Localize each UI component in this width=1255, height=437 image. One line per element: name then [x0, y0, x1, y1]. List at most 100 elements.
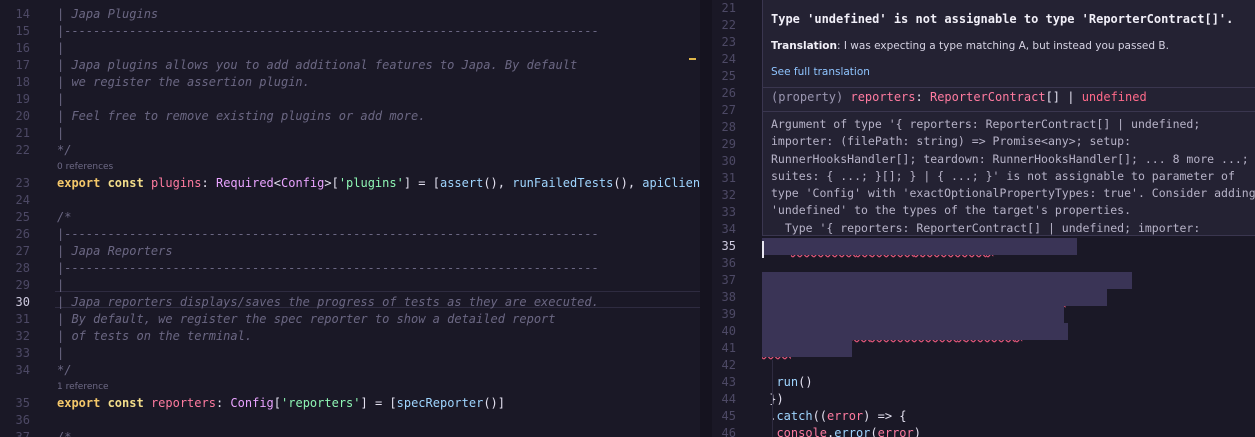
code-line[interactable]: 31 | By default, we register the spec rep…: [0, 311, 700, 328]
code-text: export const reporters: Config['reporter…: [57, 395, 505, 412]
code-token: |: [57, 41, 65, 55]
code-line[interactable]: 21 |: [0, 125, 700, 142]
code-line[interactable]: 14 | Japa Plugins: [0, 6, 700, 23]
code-line[interactable]: 23 export const plugins: Required<Config>…: [0, 175, 700, 192]
line-number: 32: [721, 188, 736, 202]
line-number: 21: [15, 126, 30, 140]
code-token: |: [57, 346, 65, 360]
code-line[interactable]: 46 console.error(error): [712, 425, 1255, 437]
code-line[interactable]: 20 | Feel free to remove existing plugins…: [0, 108, 700, 125]
split-divider[interactable]: [700, 0, 712, 437]
code-line[interactable]: 44 }): [712, 391, 1255, 408]
hover-tooltip[interactable]: Type 'undefined' is not assignable to ty…: [762, 0, 1255, 236]
selection-highlight: [762, 238, 1077, 255]
code-line[interactable]: 37 /*: [0, 429, 700, 437]
code-token: apiClient: [642, 176, 700, 190]
line-number: 14: [15, 7, 30, 21]
line-number: 15: [15, 24, 30, 38]
code-line[interactable]: 45 .catch((error) => {: [712, 408, 1255, 425]
line-number: 45: [721, 409, 736, 423]
code-line[interactable]: 33 |: [0, 345, 700, 362]
code-token: catch: [776, 409, 813, 423]
code-token: console: [776, 426, 828, 437]
code-line[interactable]: 36: [712, 255, 1255, 272]
code-token: | Japa Plugins: [57, 7, 159, 21]
code-token: | By default, we register the spec repor…: [57, 312, 556, 326]
code-line[interactable]: 35 export const reporters: Config['report…: [0, 395, 700, 412]
code-text: |---------------------------------------…: [57, 226, 599, 243]
code-line[interactable]: 26 |-------------------------------------…: [0, 226, 700, 243]
divider: [763, 87, 1255, 88]
see-full-translation-link[interactable]: See full translation: [771, 66, 870, 78]
code-line[interactable]: 18 | we register the assertion plugin.: [0, 74, 700, 91]
code-token: (),: [613, 176, 643, 190]
signature-brackets: [] |: [1045, 90, 1082, 104]
code-token: |---------------------------------------…: [57, 24, 599, 38]
translation-text: : I was expecting a type matching A, but…: [837, 40, 1169, 52]
code-text: .catch((error) => {: [762, 408, 906, 425]
code-line[interactable]: 42: [712, 357, 1255, 374]
code-token: plugins: [150, 176, 202, 190]
code-text: | of tests on the terminal.: [57, 328, 252, 345]
error-message: Argument of type '{ reporters: ReporterC…: [771, 116, 1255, 235]
code-text: |: [57, 40, 64, 57]
selection-highlight: [762, 340, 852, 357]
signature-undefined: undefined: [1081, 90, 1147, 104]
line-number: 30: [15, 295, 30, 309]
code-line[interactable]: 43 run(): [712, 374, 1255, 391]
line-number: 38: [721, 290, 736, 304]
code-line[interactable]: 36: [0, 412, 700, 429]
code-text: |: [57, 345, 64, 362]
line-number: 33: [15, 346, 30, 360]
code-line[interactable]: 19 |: [0, 91, 700, 108]
error-message-line: Type '{ reporters: ReporterContract[] | …: [771, 220, 1201, 235]
code-token: 'plugins': [338, 176, 404, 190]
code-token: |---------------------------------------…: [57, 261, 599, 275]
code-text: | Japa Plugins: [57, 6, 158, 23]
line-number: 24: [721, 52, 736, 66]
translation-label: Translation: [771, 40, 837, 52]
code-line[interactable]: 32 | of tests on the terminal.: [0, 328, 700, 345]
code-text: export const plugins: Required<Config>['…: [57, 175, 700, 192]
code-text: */: [57, 142, 71, 159]
line-number: 28: [15, 261, 30, 275]
code-line[interactable]: 29 |: [0, 277, 700, 294]
code-token: Config: [230, 396, 274, 410]
code-line[interactable]: 24: [0, 192, 700, 209]
line-number: 46: [721, 426, 736, 437]
code-line[interactable]: 16 |: [0, 40, 700, 57]
code-line[interactable]: 30 | Japa reporters displays/saves the pr…: [0, 294, 700, 311]
code-token: (),: [483, 176, 513, 190]
code-token: run: [776, 375, 799, 389]
code-token: ] = [: [403, 176, 440, 190]
code-line[interactable]: 22 */: [0, 142, 700, 159]
line-number: 40: [721, 324, 736, 338]
code-text: |: [57, 277, 64, 294]
code-line[interactable]: 15 |-------------------------------------…: [0, 23, 700, 40]
line-number: 26: [15, 227, 30, 241]
code-token: 'reporters': [281, 396, 361, 410]
error-message-line: suites: { ...; }[]; } | { ...; }' is not…: [771, 168, 1235, 183]
code-token: [: [273, 396, 282, 410]
code-line[interactable]: 28 |-------------------------------------…: [0, 260, 700, 277]
code-line[interactable]: 27 | Japa Reporters: [0, 243, 700, 260]
line-number: 39: [721, 307, 736, 321]
line-number: 25: [15, 210, 30, 224]
error-translation: Translation: I was expecting a type matc…: [771, 40, 1169, 52]
line-number: 16: [15, 41, 30, 55]
selection-highlight: [762, 272, 1132, 289]
code-token: | of tests on the terminal.: [57, 329, 253, 343]
divider: [763, 111, 1255, 112]
code-line[interactable]: 17 | Japa plugins allows you to add addit…: [0, 57, 700, 74]
code-line[interactable]: 34 */: [0, 362, 700, 379]
editor-left-pane[interactable]: 14 | Japa Plugins 15 |---------------------…: [0, 0, 700, 437]
codelens-references[interactable]: 1 reference: [57, 380, 109, 394]
code-line[interactable]: 25 /*: [0, 209, 700, 226]
codelens-references[interactable]: 0 references: [57, 160, 113, 174]
property-signature: (property) reporters: ReporterContract[]…: [771, 90, 1147, 104]
line-number: 37: [721, 273, 736, 287]
line-number: 31: [15, 312, 30, 326]
code-text: |---------------------------------------…: [57, 23, 599, 40]
